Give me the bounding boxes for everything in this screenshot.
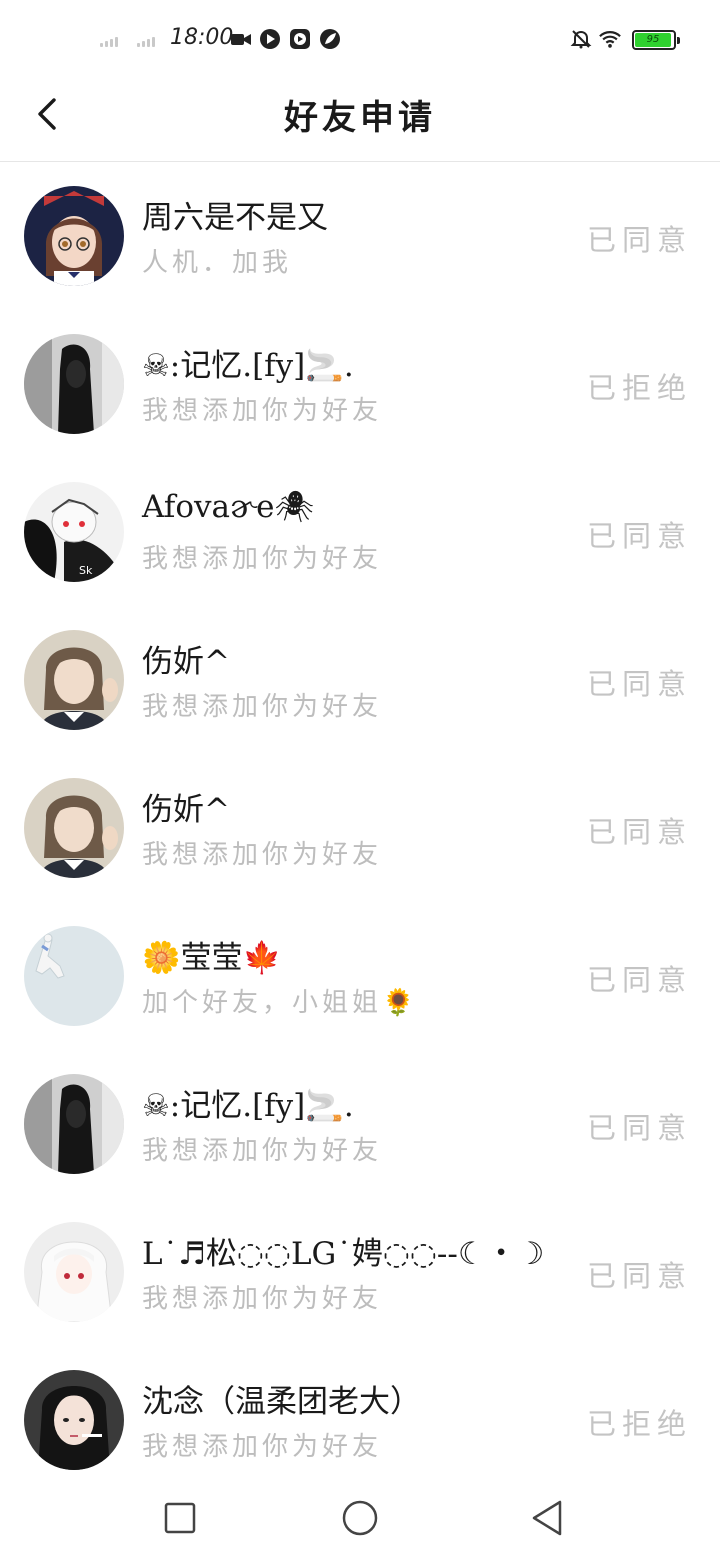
back-icon[interactable] <box>528 1498 568 1538</box>
media-icon <box>290 29 310 49</box>
page-title: 好友申请 <box>284 98 436 138</box>
request-message: 我想添加你为好友 <box>142 692 383 722</box>
battery-level: 95 <box>635 33 672 47</box>
avatar[interactable] <box>24 186 124 286</box>
status-bar: 18:00 95 <box>0 0 720 78</box>
status-badge: 已同意 <box>586 667 692 701</box>
request-message: 我想添加你为好友 <box>142 1432 383 1462</box>
status-badge: 已同意 <box>586 963 692 997</box>
signal-icon <box>137 37 155 47</box>
list-item[interactable]: 周六是不是又 人机．加我 已同意 <box>0 162 720 310</box>
request-name: ☠:记忆.[fy]🚬. <box>142 1088 354 1124</box>
list-item[interactable]: ☠:记忆.[fy]🚬. 我想添加你为好友 已拒绝 <box>0 310 720 458</box>
avatar[interactable] <box>24 1074 124 1174</box>
list-item[interactable]: L˙♬松◌◌LG˙娉◌◌--☾・☽ 我想添加你为好友 已同意 <box>0 1198 720 1346</box>
video-icon <box>231 34 251 45</box>
play-icon <box>260 29 280 49</box>
friend-request-list: 周六是不是又 人机．加我 已同意 ☠:记忆.[fy]🚬. 我想添加你为好友 已拒… <box>0 162 720 1494</box>
list-item[interactable]: 沈念（温柔团老大） 我想添加你为好友 已拒绝 <box>0 1346 720 1494</box>
list-item[interactable]: 🌼莹莹🍁 加个好友，小姐姐🌻 已同意 <box>0 902 720 1050</box>
request-message: 我想添加你为好友 <box>142 1136 383 1166</box>
request-message: 人机．加我 <box>142 248 293 278</box>
battery-icon: 95 <box>632 30 680 50</box>
leaf-icon <box>320 29 340 49</box>
request-name: ☠:记忆.[fy]🚬. <box>142 348 354 384</box>
avatar[interactable] <box>24 1370 124 1470</box>
request-name: 伤妡^ <box>142 792 230 828</box>
status-badge: 已同意 <box>586 223 692 257</box>
request-message: 我想添加你为好友 <box>142 544 383 574</box>
wifi-icon <box>599 31 621 48</box>
status-badge: 已同意 <box>586 519 692 553</box>
list-item[interactable]: 伤妡^ 我想添加你为好友 已同意 <box>0 606 720 754</box>
status-badge: 已同意 <box>586 815 692 849</box>
recent-apps-icon[interactable] <box>160 1498 200 1538</box>
list-item[interactable]: ☠:记忆.[fy]🚬. 我想添加你为好友 已同意 <box>0 1050 720 1198</box>
request-message: 加个好友，小姐姐🌻 <box>142 988 419 1018</box>
request-name: Afovaɚe🕷 <box>142 489 314 525</box>
signal-icon <box>100 37 118 47</box>
request-message: 我想添加你为好友 <box>142 840 383 870</box>
list-item[interactable]: 伤妡^ 我想添加你为好友 已同意 <box>0 754 720 902</box>
avatar[interactable] <box>24 334 124 434</box>
request-name: 伤妡^ <box>142 644 230 680</box>
mute-icon <box>570 30 592 49</box>
system-nav-bar <box>0 1478 720 1560</box>
avatar[interactable] <box>24 926 124 1026</box>
request-name: 🌼莹莹🍁 <box>142 940 282 976</box>
avatar[interactable] <box>24 1222 124 1322</box>
avatar[interactable] <box>24 630 124 730</box>
request-message: 我想添加你为好友 <box>142 396 383 426</box>
request-message: 我想添加你为好友 <box>142 1284 383 1314</box>
request-name: 沈念（温柔团老大） <box>142 1384 421 1420</box>
list-item[interactable]: Sk Afovaɚe🕷 我想添加你为好友 已同意 <box>0 458 720 606</box>
status-badge: 已同意 <box>586 1259 692 1293</box>
status-badge: 已同意 <box>586 1111 692 1145</box>
request-name: 周六是不是又 <box>142 200 328 236</box>
avatar[interactable] <box>24 778 124 878</box>
request-name: L˙♬松◌◌LG˙娉◌◌--☾・☽ <box>142 1236 545 1272</box>
status-time: 18:00 <box>170 25 234 50</box>
avatar[interactable]: Sk <box>24 482 124 582</box>
header: 好友申请 <box>0 78 720 162</box>
home-icon[interactable] <box>340 1498 380 1538</box>
status-badge: 已拒绝 <box>586 371 692 405</box>
svg-text:Sk: Sk <box>79 564 93 577</box>
status-badge: 已拒绝 <box>586 1407 692 1441</box>
